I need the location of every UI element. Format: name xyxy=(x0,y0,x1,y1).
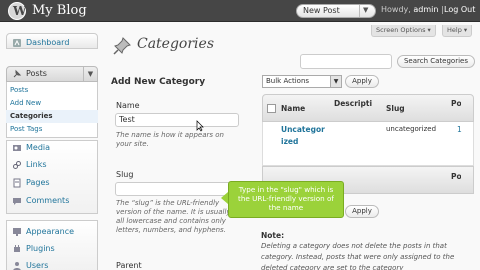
appearance-icon xyxy=(13,228,21,236)
table-row: Uncategorized uncategorized 1 xyxy=(262,122,474,166)
sidebar-item-links[interactable]: Links xyxy=(6,158,98,172)
sidebar-item-plugins[interactable]: Plugins xyxy=(6,242,98,256)
apply-button-bottom[interactable]: Apply xyxy=(345,205,379,218)
howdy-label: Howdy, xyxy=(381,5,411,14)
name-label: Name xyxy=(116,101,140,110)
site-title[interactable]: My Blog xyxy=(32,3,87,18)
sidebar-item-dashboard[interactable]: Dashboard xyxy=(6,36,98,50)
search-categories-button[interactable]: Search Categories xyxy=(397,55,475,68)
sidebar-item-label: Links xyxy=(26,160,47,169)
category-name-input[interactable]: Test xyxy=(115,113,239,127)
favorite-divider xyxy=(359,5,360,17)
sidebar-item-pages[interactable]: Pages xyxy=(6,176,98,190)
column-description-header[interactable]: Description xyxy=(334,99,372,108)
add-new-category-heading: Add New Category xyxy=(111,77,206,87)
slug-hint: The “slug” is the URL-friendly version o… xyxy=(116,199,231,234)
comment-bubble-icon xyxy=(13,198,21,205)
tutorial-callout: Type in the "slug" which is the URL-frie… xyxy=(228,181,344,218)
sidebar-item-label: Comments xyxy=(26,196,70,205)
note-text: Deleting a category does not delete the … xyxy=(261,242,455,270)
wordpress-logo-icon: W xyxy=(8,2,26,20)
category-slug-input[interactable] xyxy=(115,182,233,196)
pushpin-icon xyxy=(113,37,131,55)
link-icon xyxy=(13,161,21,169)
pages-icon xyxy=(13,178,21,188)
sidebar-item-label: Appearance xyxy=(26,227,75,236)
slug-label: Slug xyxy=(116,170,134,179)
chevron-down-icon[interactable]: ▼ xyxy=(83,67,97,81)
page-title: Categories xyxy=(137,36,214,52)
column-name-header[interactable]: Name xyxy=(281,104,305,113)
column-posts-footer[interactable]: Posts xyxy=(451,172,461,181)
apply-button[interactable]: Apply xyxy=(345,75,379,88)
sidebar-item-posts[interactable]: Posts ▼ xyxy=(6,66,98,82)
screen-options-tab[interactable]: Screen Options ▾ xyxy=(371,25,436,37)
bulk-actions-value: Bulk Actions xyxy=(266,77,310,85)
favorite-actions-dropdown[interactable]: New Post ▼ xyxy=(296,4,376,18)
favorite-action-label: New Post xyxy=(303,6,340,15)
column-posts-header[interactable]: Posts xyxy=(451,99,461,108)
submenu-item-posts[interactable]: Posts xyxy=(10,86,28,94)
sidebar-item-label: Users xyxy=(26,261,49,270)
name-hint: The name is how it appears on your site. xyxy=(116,131,224,148)
categories-table-header: Name Description Slug Posts xyxy=(262,94,474,122)
admin-header: W My Blog New Post ▼ Howdy, admin | Log … xyxy=(0,0,480,22)
sidebar-item-label: Media xyxy=(26,143,51,152)
sidebar-item-label: Posts xyxy=(26,69,47,78)
media-icon xyxy=(13,145,21,151)
search-categories-input[interactable] xyxy=(300,54,392,69)
dashboard-icon xyxy=(13,39,21,47)
logout-link[interactable]: Log Out xyxy=(444,5,475,14)
category-post-count[interactable]: 1 xyxy=(457,124,462,135)
sidebar-item-comments[interactable]: Comments xyxy=(6,194,98,208)
sidebar-item-label: Dashboard xyxy=(26,38,70,47)
select-all-checkbox[interactable] xyxy=(267,104,276,113)
column-slug-header[interactable]: Slug xyxy=(386,104,405,113)
sidebar-item-label: Pages xyxy=(26,178,50,187)
chevron-down-icon: ▼ xyxy=(330,76,341,87)
user-greeting: Howdy, admin | xyxy=(381,5,444,14)
sidebar-item-label: Plugins xyxy=(26,244,55,253)
mouse-cursor-icon xyxy=(196,120,204,132)
plugin-icon xyxy=(14,245,20,252)
sidebar-item-users[interactable]: Users xyxy=(6,259,98,270)
submenu-item-categories[interactable]: Categories xyxy=(10,112,53,120)
username-link[interactable]: admin xyxy=(413,5,438,14)
sidebar-item-appearance[interactable]: Appearance xyxy=(6,225,98,239)
tooltip-arrow xyxy=(221,192,228,204)
category-slug: uncategorized xyxy=(386,125,437,133)
parent-label: Parent xyxy=(116,261,142,270)
help-tab[interactable]: Help ▾ xyxy=(442,25,473,37)
category-name-link[interactable]: Uncategorized xyxy=(281,124,327,148)
submenu-item-add-new[interactable]: Add New xyxy=(10,99,41,107)
bulk-actions-select[interactable]: Bulk Actions ▼ xyxy=(262,75,342,88)
submenu-item-post-tags[interactable]: Post Tags xyxy=(10,125,42,133)
users-icon xyxy=(13,262,21,270)
chevron-down-icon[interactable]: ▼ xyxy=(363,6,368,14)
sidebar-item-media[interactable]: Media xyxy=(6,141,98,155)
pin-icon xyxy=(13,69,22,78)
note-title: Note: xyxy=(261,231,285,240)
